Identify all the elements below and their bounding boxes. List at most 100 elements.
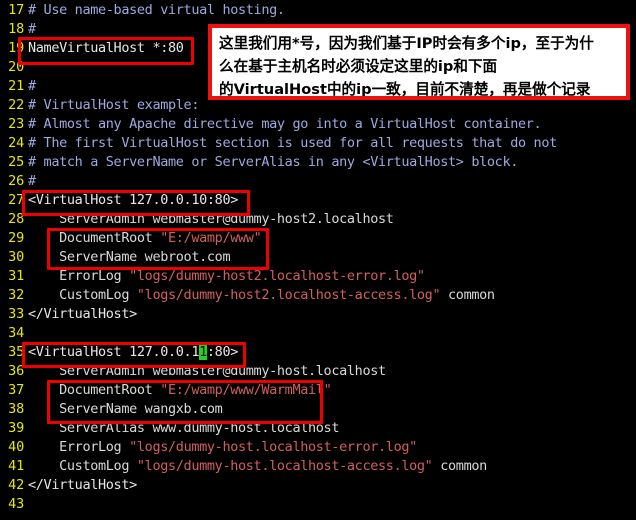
line-number: 37 bbox=[8, 382, 24, 398]
code-token: DocumentRoot bbox=[28, 230, 161, 246]
line-text: <VirtualHost 127.0.0.11:80> bbox=[28, 343, 238, 362]
line-number: 27 bbox=[8, 192, 24, 208]
line-text: # The first VirtualHost section is used … bbox=[28, 134, 557, 153]
line-number: 29 bbox=[8, 230, 24, 246]
code-token: </VirtualHost> bbox=[28, 477, 137, 493]
line-text: ServerAdmin webmaster@dummy-host2.localh… bbox=[28, 210, 394, 229]
code-line[interactable]: 37 DocumentRoot "E:/wamp/www/WarmMail" bbox=[0, 381, 636, 400]
line-text: DocumentRoot "E:/wamp/www" bbox=[28, 229, 262, 248]
code-token: </VirtualHost> bbox=[28, 306, 137, 322]
code-line[interactable]: 17 # Use name-based virtual hosting. bbox=[0, 1, 636, 20]
line-text: </VirtualHost> bbox=[28, 305, 137, 324]
code-token: common bbox=[432, 458, 487, 474]
code-line[interactable]: 43 bbox=[0, 495, 636, 514]
line-number: 38 bbox=[8, 401, 24, 417]
line-number: 17 bbox=[8, 2, 24, 18]
code-token: NameVirtualHost *:80 bbox=[28, 40, 184, 56]
code-line[interactable]: 30 ServerName webroot.com bbox=[0, 248, 636, 267]
line-number: 21 bbox=[8, 78, 24, 94]
code-token: # Almost any Apache directive may go int… bbox=[28, 116, 542, 132]
line-number: 32 bbox=[8, 287, 24, 303]
code-line[interactable]: 28 ServerAdmin webmaster@dummy-host2.loc… bbox=[0, 210, 636, 229]
code-line[interactable]: 32 CustomLog "logs/dummy-host2.localhost… bbox=[0, 286, 636, 305]
code-line[interactable]: 41 CustomLog "logs/dummy-host.localhost-… bbox=[0, 457, 636, 476]
code-line[interactable]: 29 DocumentRoot "E:/wamp/www" bbox=[0, 229, 636, 248]
annotation-note: 这里我们用*号，因为我们基于IP时会有多个ip，至于为什 么在基于主机名时必须设定… bbox=[208, 24, 630, 100]
code-line[interactable]: 34 bbox=[0, 324, 636, 343]
line-number: 43 bbox=[8, 496, 24, 512]
line-number: 20 bbox=[8, 59, 24, 75]
code-line[interactable]: 33 </VirtualHost> bbox=[0, 305, 636, 324]
code-token: # bbox=[28, 78, 36, 94]
code-line[interactable]: 24 # The first VirtualHost section is use… bbox=[0, 134, 636, 153]
line-number: 30 bbox=[8, 249, 24, 265]
code-line[interactable]: 23 # Almost any Apache directive may go i… bbox=[0, 115, 636, 134]
code-token: "E:/wamp/www" bbox=[160, 230, 262, 246]
code-token: "logs/dummy-host.localhost-access.log" bbox=[136, 458, 433, 474]
line-number: 33 bbox=[8, 306, 24, 322]
line-number: 26 bbox=[8, 173, 24, 189]
text-cursor: 1 bbox=[199, 344, 207, 360]
code-line[interactable]: 39 ServerAlias www.dummy-host.localhost bbox=[0, 419, 636, 438]
line-number: 23 bbox=[8, 116, 24, 132]
code-token: ErrorLog bbox=[28, 268, 130, 284]
code-token: common bbox=[440, 287, 495, 303]
code-token: ServerName wangxb.com bbox=[28, 401, 223, 417]
code-line[interactable]: 27 <VirtualHost 127.0.0.10:80> bbox=[0, 191, 636, 210]
line-number: 24 bbox=[8, 135, 24, 151]
line-text: ServerName wangxb.com bbox=[28, 400, 223, 419]
code-token: <VirtualHost 127.0.0.1 bbox=[28, 344, 200, 360]
code-token: # The first VirtualHost section is used … bbox=[28, 135, 557, 151]
code-token: ServerAlias www.dummy-host.localhost bbox=[28, 420, 340, 436]
line-text: NameVirtualHost *:80 bbox=[28, 39, 184, 58]
code-line[interactable]: 35 <VirtualHost 127.0.0.11:80> bbox=[0, 343, 636, 362]
code-token: <VirtualHost 127.0.0.10:80> bbox=[28, 192, 238, 208]
code-token: # bbox=[28, 21, 36, 37]
code-token: ServerName webroot.com bbox=[28, 249, 231, 265]
code-line[interactable]: 42 </VirtualHost> bbox=[0, 476, 636, 495]
line-number: 34 bbox=[8, 325, 24, 341]
line-text: <VirtualHost 127.0.0.10:80> bbox=[28, 191, 238, 210]
line-text: CustomLog "logs/dummy-host.localhost-acc… bbox=[28, 457, 487, 476]
code-line[interactable]: 26 # bbox=[0, 172, 636, 191]
code-token: "E:/wamp/www/WarmMail" bbox=[160, 382, 332, 398]
line-text: ServerAlias www.dummy-host.localhost bbox=[28, 419, 339, 438]
text-editor-window[interactable]: 17 # Use name-based virtual hosting. 18 #19… bbox=[0, 0, 636, 520]
code-token: # match a ServerName or ServerAlias in a… bbox=[28, 154, 518, 170]
line-text: # bbox=[28, 20, 36, 39]
code-token: CustomLog bbox=[28, 458, 137, 474]
code-line[interactable]: 25 # match a ServerName or ServerAlias in… bbox=[0, 153, 636, 172]
code-line[interactable]: 38 ServerName wangxb.com bbox=[0, 400, 636, 419]
code-token: "logs/dummy-host2.localhost-access.log" bbox=[136, 287, 441, 303]
line-text: CustomLog "logs/dummy-host2.localhost-ac… bbox=[28, 286, 495, 305]
annotation-note-line: 的VirtualHost中的ip一致，目前不清楚，再是做个记录 bbox=[219, 81, 591, 98]
line-text: DocumentRoot "E:/wamp/www/WarmMail" bbox=[28, 381, 332, 400]
line-number: 18 bbox=[8, 21, 24, 37]
code-line[interactable]: 40 ErrorLog "logs/dummy-host.localhost-e… bbox=[0, 438, 636, 457]
line-text: # match a ServerName or ServerAlias in a… bbox=[28, 153, 518, 172]
line-text: # bbox=[28, 77, 36, 96]
line-text: # Almost any Apache directive may go int… bbox=[28, 115, 542, 134]
line-text: ServerAdmin webmaster@dummy-host.localho… bbox=[28, 362, 386, 381]
code-token: CustomLog bbox=[28, 287, 137, 303]
code-token: ServerAdmin webmaster@dummy-host.localho… bbox=[28, 363, 386, 379]
line-number: 19 bbox=[8, 40, 24, 56]
line-number: 25 bbox=[8, 154, 24, 170]
code-line[interactable]: 31 ErrorLog "logs/dummy-host2.localhost-… bbox=[0, 267, 636, 286]
annotation-note-line: 这里我们用*号，因为我们基于IP时会有多个ip，至于为什 bbox=[219, 35, 594, 52]
line-text: ErrorLog "logs/dummy-host2.localhost-err… bbox=[28, 267, 425, 286]
code-line[interactable]: 36 ServerAdmin webmaster@dummy-host.loca… bbox=[0, 362, 636, 381]
line-number: 28 bbox=[8, 211, 24, 227]
line-text: ServerName webroot.com bbox=[28, 248, 230, 267]
line-text: # Use name-based virtual hosting. bbox=[28, 1, 285, 20]
code-token: # VirtualHost example: bbox=[28, 97, 200, 113]
code-token: ServerAdmin webmaster@dummy-host2.localh… bbox=[28, 211, 394, 227]
code-token: # bbox=[28, 173, 36, 189]
code-token: DocumentRoot bbox=[28, 382, 161, 398]
code-token: :80> bbox=[206, 344, 239, 360]
code-token: ErrorLog bbox=[28, 439, 130, 455]
line-text: ErrorLog "logs/dummy-host.localhost-erro… bbox=[28, 438, 417, 457]
code-token: "logs/dummy-host.localhost-error.log" bbox=[129, 439, 417, 455]
annotation-note-line: 么在基于主机名时必须设定这里的ip和下面 bbox=[219, 58, 498, 75]
line-number: 42 bbox=[8, 477, 24, 493]
